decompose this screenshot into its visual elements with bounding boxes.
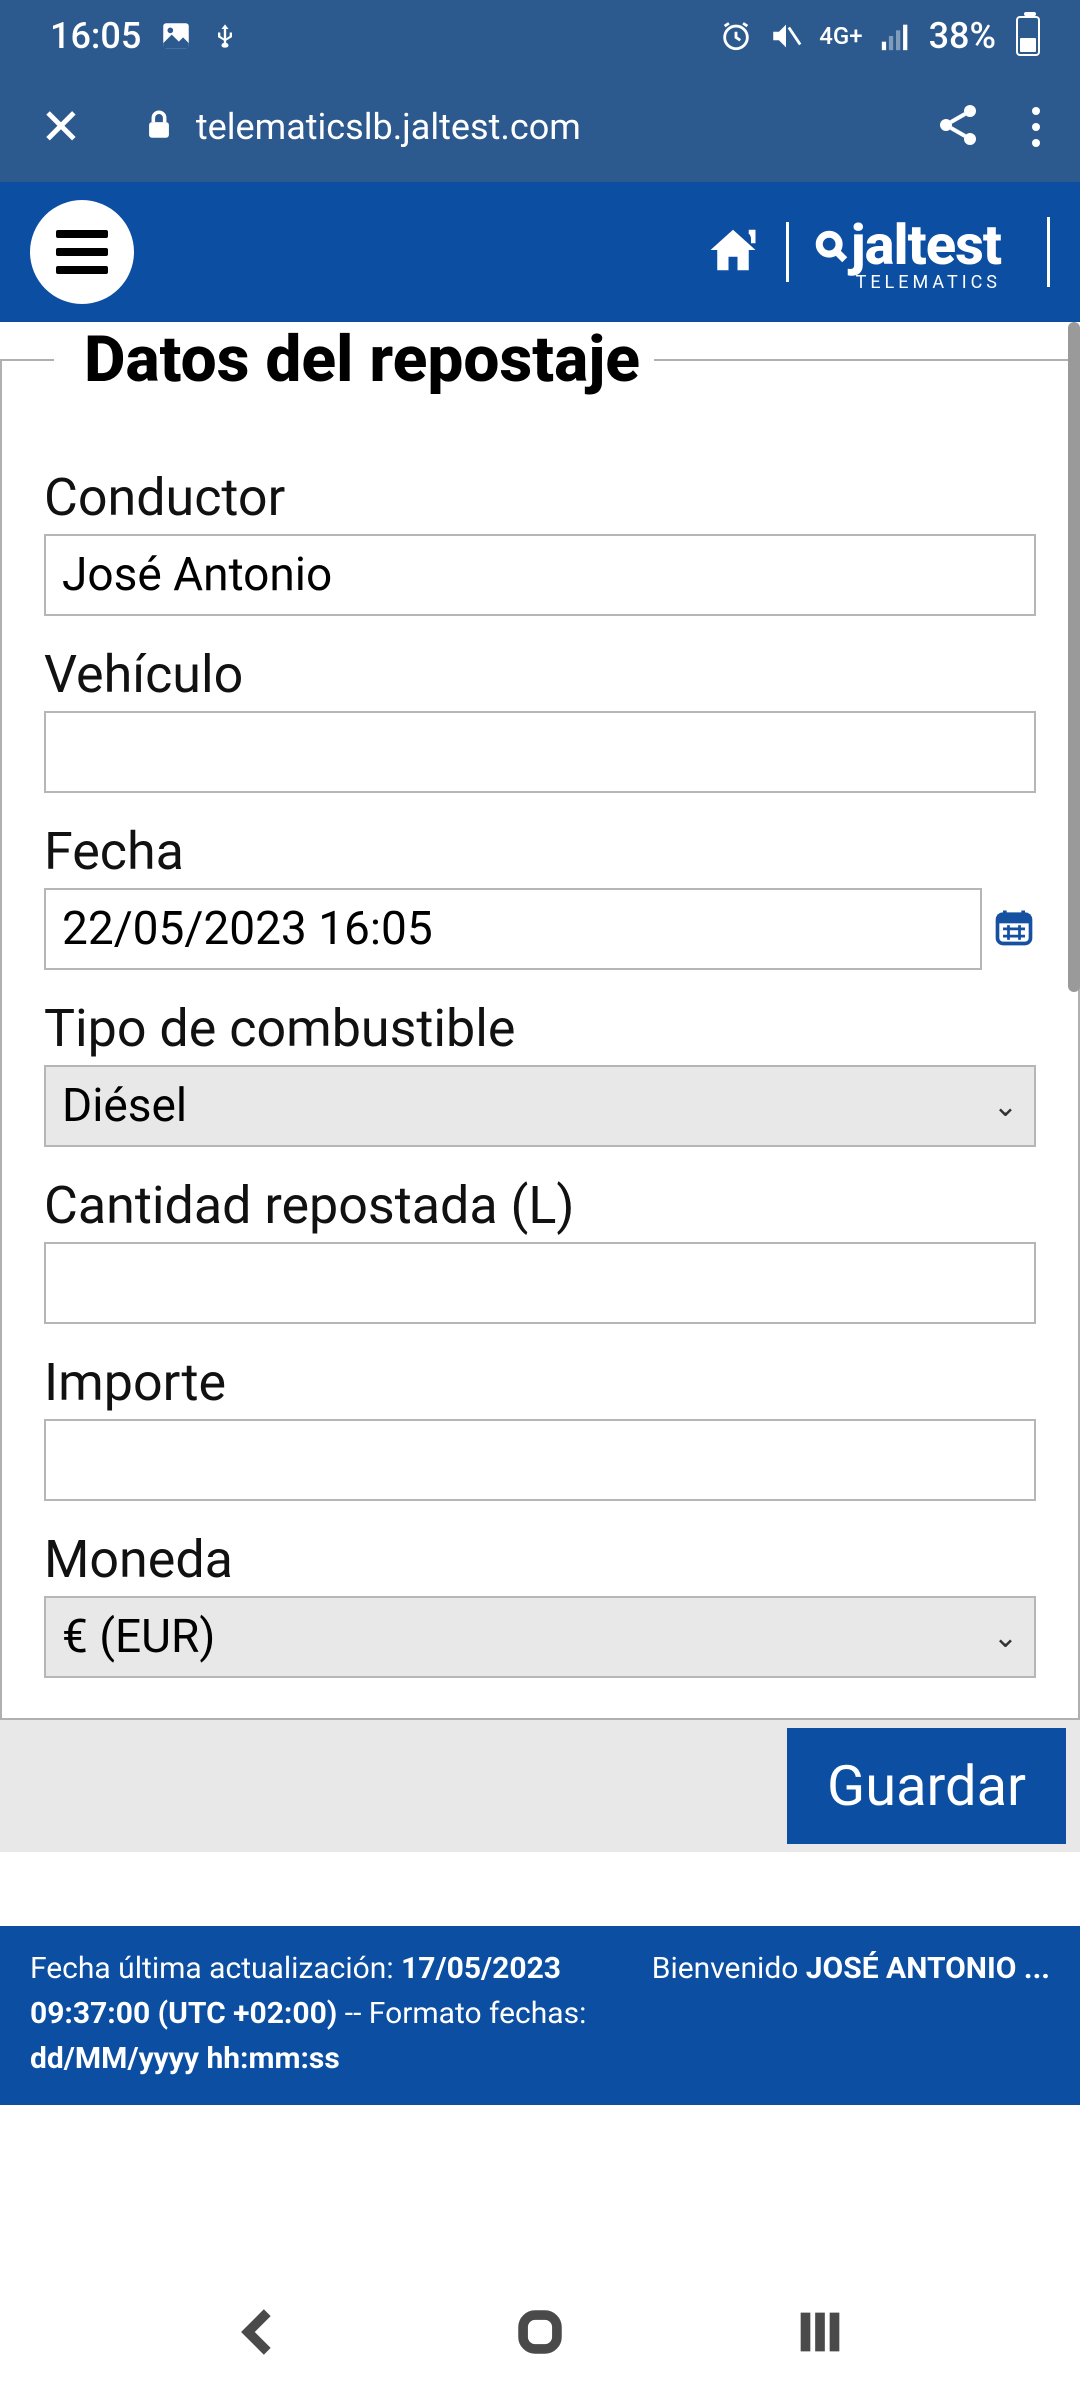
hamburger-menu-button[interactable]: [30, 200, 134, 304]
share-icon[interactable]: [934, 101, 982, 153]
mute-icon: [769, 19, 803, 53]
browser-url[interactable]: telematicslb.jaltest.com: [196, 106, 934, 148]
footer-status-bar: Fecha última actualización: 17/05/2023 0…: [0, 1926, 1080, 2105]
main-content: Datos del repostaje Conductor Vehículo F…: [0, 322, 1080, 2268]
status-time: 16:05: [50, 15, 141, 57]
brand-logo[interactable]: jaltest TELEMATICS: [815, 212, 1001, 293]
android-nav-bar: [0, 2268, 1080, 2400]
form-legend: Datos del repostaje: [54, 322, 654, 397]
nav-back-button[interactable]: [231, 2303, 289, 2365]
divider: [1047, 217, 1050, 287]
scrollbar[interactable]: [1068, 322, 1080, 2268]
signal-icon: [879, 19, 913, 53]
conductor-label: Conductor: [44, 467, 1036, 528]
cantidad-input[interactable]: [44, 1242, 1036, 1324]
fecha-input[interactable]: [44, 888, 982, 970]
kebab-menu-icon[interactable]: [1032, 107, 1040, 147]
moneda-label: Moneda: [44, 1529, 1036, 1590]
browser-chrome-bar: ✕ telematicslb.jaltest.com: [0, 72, 1080, 182]
image-icon: [159, 19, 193, 53]
action-bar: Guardar: [0, 1720, 1080, 1852]
close-icon[interactable]: ✕: [40, 98, 82, 157]
footer-update-info: Fecha última actualización: 17/05/2023 0…: [30, 1946, 592, 2081]
chevron-down-icon: ⌄: [993, 1620, 1018, 1655]
conductor-input[interactable]: [44, 534, 1036, 616]
chevron-down-icon: ⌄: [993, 1089, 1018, 1124]
home-icon[interactable]: [706, 223, 760, 281]
app-header: jaltest TELEMATICS: [0, 182, 1080, 322]
refuel-form: Datos del repostaje Conductor Vehículo F…: [0, 322, 1080, 1720]
nav-recent-button[interactable]: [791, 2303, 849, 2365]
save-button[interactable]: Guardar: [787, 1728, 1066, 1844]
lock-icon: [142, 108, 176, 146]
android-status-bar: 16:05 4G+ 38%: [0, 0, 1080, 72]
cantidad-label: Cantidad repostada (L): [44, 1175, 1036, 1236]
fecha-label: Fecha: [44, 821, 1036, 882]
moneda-value: € (EUR): [62, 1610, 215, 1664]
network-type: 4G+: [819, 24, 862, 48]
tipo-combustible-label: Tipo de combustible: [44, 998, 1036, 1059]
vehiculo-input[interactable]: [44, 711, 1036, 793]
nav-home-button[interactable]: [511, 2303, 569, 2365]
battery-icon: [1016, 16, 1040, 56]
footer-welcome: Bienvenido JOSÉ ANTONIO ...: [652, 1946, 1050, 2081]
tipo-combustible-select[interactable]: Diésel ⌄: [44, 1065, 1036, 1147]
importe-label: Importe: [44, 1352, 1036, 1413]
importe-input[interactable]: [44, 1419, 1036, 1501]
moneda-select[interactable]: € (EUR) ⌄: [44, 1596, 1036, 1678]
tipo-combustible-value: Diésel: [62, 1079, 187, 1133]
vehiculo-label: Vehículo: [44, 644, 1036, 705]
divider: [786, 222, 789, 282]
brand-name: jaltest: [851, 212, 1001, 278]
alarm-icon: [719, 19, 753, 53]
battery-percent: 38%: [929, 15, 996, 57]
calendar-icon[interactable]: [992, 905, 1036, 953]
brand-subtitle: TELEMATICS: [851, 272, 1001, 293]
usb-icon: [211, 17, 239, 55]
